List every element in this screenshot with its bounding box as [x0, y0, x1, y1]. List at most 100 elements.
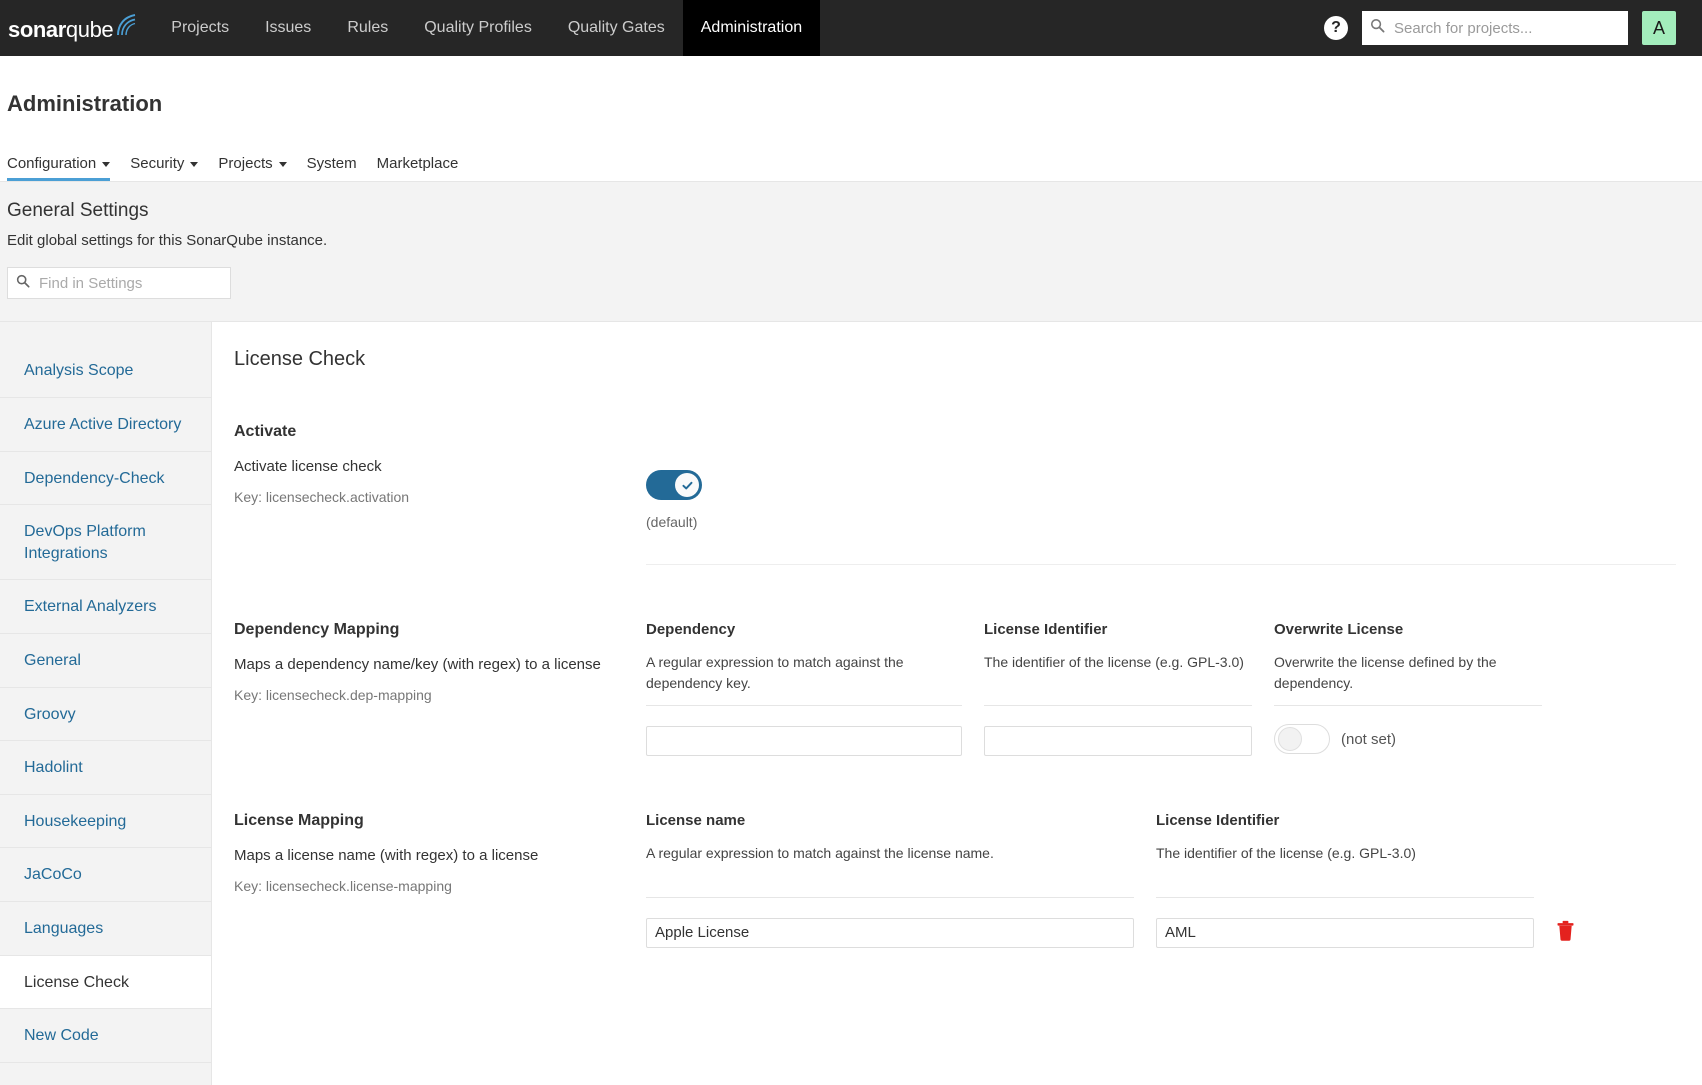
license-mapping-identifier-sub: The identifier of the license (e.g. GPL-…: [1156, 845, 1416, 862]
project-search-box[interactable]: [1362, 11, 1628, 45]
page-header: Administration Configuration Security Pr…: [0, 56, 1702, 183]
subnav-item-security[interactable]: Security: [130, 155, 218, 181]
overwrite-license-note: (not set): [1341, 730, 1397, 748]
license-name-column-header: License name: [646, 812, 746, 830]
sidebar-item-azure-active-directory[interactable]: Azure Active Directory: [0, 398, 211, 452]
section-activate-key: Key: licensecheck.activation: [234, 488, 410, 505]
sidebar-item-hadolint[interactable]: Hadolint: [0, 741, 211, 795]
license-mapping-identifier-divider: [1156, 896, 1534, 898]
page-title: Administration: [7, 90, 163, 116]
find-in-settings-input[interactable]: [37, 273, 222, 293]
nav-link-projects[interactable]: Projects: [153, 0, 247, 56]
sidebar-item-jacoco[interactable]: JaCoCo: [0, 848, 211, 902]
section-activate-setting-label: Activate license check: [234, 458, 382, 476]
search-icon: [1370, 18, 1385, 38]
overwrite-license-toggle[interactable]: [1274, 724, 1330, 755]
license-identifier-column-divider: [984, 705, 1252, 707]
toggle-knob: [675, 473, 699, 498]
sidebar-item-languages[interactable]: Languages: [0, 902, 211, 956]
sidebar-item-devops-platform-integrations[interactable]: DevOps Platform Integrations: [0, 505, 211, 581]
check-icon: [681, 481, 692, 490]
section-dependency-mapping-right: Dependency A regular expression to match…: [646, 621, 1676, 757]
brand-text-bold: sonar: [8, 17, 66, 42]
section-activate: Activate Activate license check Key: lic…: [234, 423, 1676, 566]
nav-link-issues[interactable]: Issues: [247, 0, 329, 56]
license-name-column: License name A regular expression to mat…: [646, 812, 1156, 948]
subnav-label-projects: Projects: [218, 155, 273, 173]
sidebar-item-dependency-check[interactable]: Dependency-Check: [0, 452, 211, 506]
license-name-column-divider: [646, 896, 1134, 898]
sidebar-item-new-code[interactable]: New Code: [0, 1009, 211, 1063]
chevron-down-icon: [278, 162, 287, 168]
nav-link-administration[interactable]: Administration: [682, 0, 821, 56]
overwrite-license-column-header: Overwrite License: [1274, 621, 1404, 639]
sidebar-item-external-analyzers[interactable]: External Analyzers: [0, 580, 211, 635]
subnav-item-system[interactable]: System: [307, 155, 377, 181]
general-settings-banner: General Settings Edit global settings fo…: [0, 182, 1702, 323]
find-in-settings-box[interactable]: [7, 267, 231, 300]
settings-layout: Analysis Scope Azure Active Directory De…: [0, 322, 1702, 1085]
nav-link-quality-gates[interactable]: Quality Gates: [550, 0, 683, 56]
general-settings-description: Edit global settings for this SonarQube …: [7, 232, 328, 250]
sidebar-item-general[interactable]: General: [0, 634, 211, 688]
delete-license-mapping-button[interactable]: [1556, 920, 1575, 945]
top-navbar: sonar qube Projects Issues Rules Quality …: [0, 0, 1702, 56]
sidebar-item-housekeeping[interactable]: Housekeeping: [0, 795, 211, 849]
sidebar-item-analysis-scope[interactable]: Analysis Scope: [0, 344, 211, 399]
dependency-column-divider: [646, 705, 962, 707]
overwrite-license-column-sub: Overwrite the license defined by the dep…: [1274, 654, 1497, 691]
chevron-down-icon: [190, 162, 199, 168]
nav-link-rules[interactable]: Rules: [329, 0, 406, 56]
toggle-knob: [1278, 727, 1302, 752]
trash-icon: [1557, 920, 1574, 941]
avatar[interactable]: A: [1642, 11, 1676, 45]
dependency-mapping-grid: Dependency A regular expression to match…: [646, 621, 1676, 757]
dependency-column-sub: A regular expression to match against th…: [646, 654, 904, 691]
sonar-wave-icon: [115, 13, 137, 43]
overwrite-license-column-divider: [1274, 705, 1542, 707]
section-dependency-mapping: Dependency Mapping Maps a dependency nam…: [234, 621, 1676, 757]
subnav-item-marketplace[interactable]: Marketplace: [377, 155, 479, 181]
license-name-column-sub: A regular expression to match against th…: [646, 845, 994, 862]
dependency-mapping-key: Key: licensecheck.dep-mapping: [234, 686, 432, 703]
section-dependency-mapping-left: Dependency Mapping Maps a dependency nam…: [234, 621, 646, 702]
sidebar-item-groovy[interactable]: Groovy: [0, 688, 211, 742]
section-license-mapping-right: License name A regular expression to mat…: [646, 812, 1676, 948]
license-mapping-identifier-header: License Identifier: [1156, 812, 1280, 830]
activate-default-note: (default): [646, 514, 698, 531]
activate-divider: [646, 564, 1676, 566]
section-activate-right: (default): [646, 423, 1676, 566]
overwrite-license-column: Overwrite License Overwrite the license …: [1274, 621, 1564, 756]
section-license-mapping-left: License Mapping Maps a license name (wit…: [234, 812, 646, 893]
settings-sidebar: Analysis Scope Azure Active Directory De…: [0, 322, 212, 1085]
license-identifier-column-header: License Identifier: [984, 621, 1108, 639]
section-activate-left: Activate Activate license check Key: lic…: [234, 423, 646, 504]
brand-text-light: qube: [65, 17, 114, 42]
license-mapping-delete-column: . .: [1556, 812, 1616, 947]
navbar-right-cluster: ? A: [1324, 0, 1702, 56]
license-mapping-key: Key: licensecheck.license-mapping: [234, 877, 452, 894]
nav-link-quality-profiles[interactable]: Quality Profiles: [406, 0, 550, 56]
activate-license-check-toggle[interactable]: [646, 470, 702, 501]
dependency-input[interactable]: [646, 726, 962, 757]
dependency-column: Dependency A regular expression to match…: [646, 621, 984, 757]
chevron-down-icon: [102, 162, 111, 168]
search-icon: [16, 274, 30, 293]
help-circle-icon[interactable]: ?: [1324, 16, 1348, 40]
dependency-column-header: Dependency: [646, 621, 736, 639]
subnav-item-projects[interactable]: Projects: [218, 155, 306, 181]
license-identifier-column-sub: The identifier of the license (e.g. GPL-…: [984, 654, 1244, 671]
subnav-item-configuration[interactable]: Configuration: [7, 155, 130, 182]
search-input[interactable]: [1392, 18, 1620, 38]
license-mapping-identifier-input[interactable]: [1156, 917, 1534, 948]
dependency-mapping-heading: Dependency Mapping: [234, 621, 400, 639]
subnav-label-marketplace: Marketplace: [376, 155, 459, 173]
dependency-mapping-description: Maps a dependency name/key (with regex) …: [234, 656, 601, 674]
license-name-input[interactable]: [646, 917, 1134, 948]
license-mapping-description: Maps a license name (with regex) to a li…: [234, 847, 539, 865]
sonarqube-logo[interactable]: sonar qube: [0, 0, 153, 56]
license-identifier-input[interactable]: [984, 726, 1252, 757]
license-identifier-column: License Identifier The identifier of the…: [984, 621, 1274, 757]
sidebar-item-license-check[interactable]: License Check: [0, 955, 211, 1010]
section-license-mapping: License Mapping Maps a license name (wit…: [234, 812, 1676, 948]
